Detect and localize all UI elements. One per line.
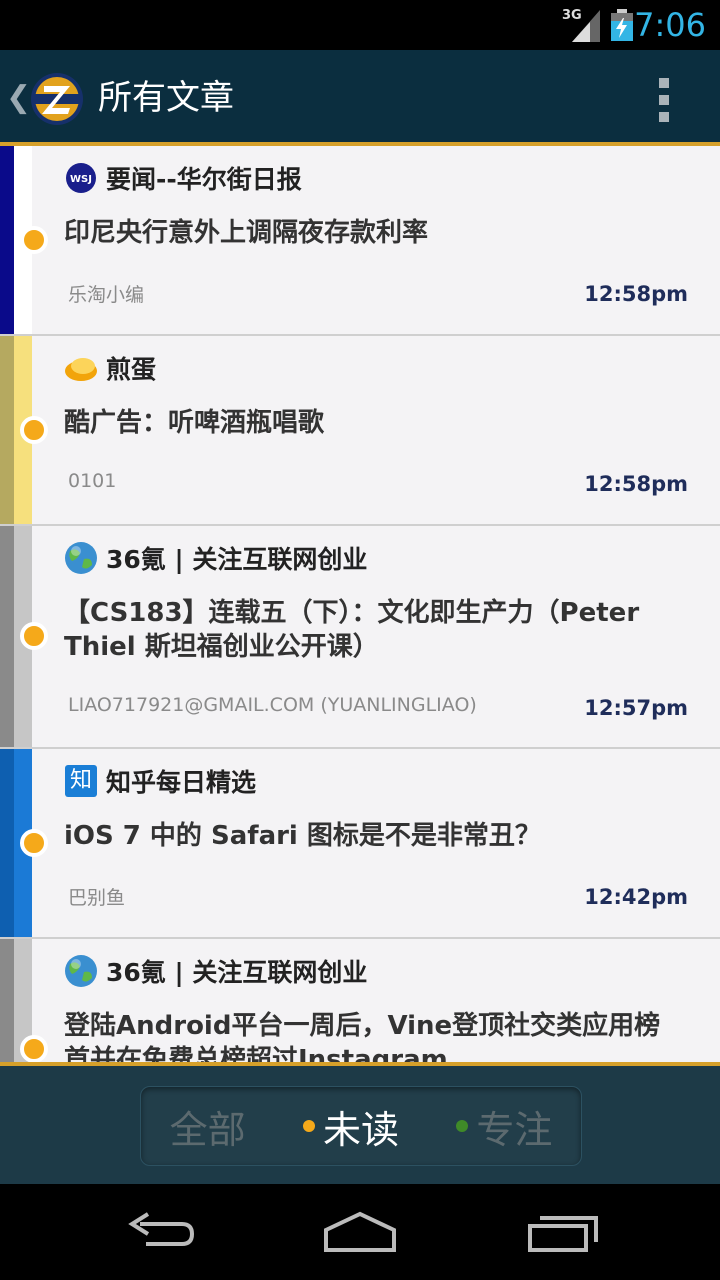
article-time: 12:58pm (584, 282, 688, 306)
status-bar: 3G 7:06 (0, 0, 720, 50)
recent-apps-icon[interactable] (526, 1210, 602, 1254)
list-item[interactable]: WSJ 要闻--华尔街日报 印尼央行意外上调隔夜存款利率 乐淘小编 12:58p… (0, 146, 720, 336)
action-bar: ❮ 所有文章 (0, 50, 720, 146)
unread-dot (20, 416, 48, 444)
article-author: 0101 (68, 470, 117, 492)
wsj-icon: WSJ (64, 161, 98, 195)
article-author: 巴别鱼 (68, 887, 126, 909)
filter-starred-button[interactable]: 专注 (456, 1099, 552, 1154)
signal-icon (572, 10, 600, 42)
article-author: 乐淘小编 (68, 284, 145, 306)
article-time: 12:58pm (584, 472, 688, 496)
clock: 7:06 (634, 6, 706, 44)
globe-icon (64, 541, 98, 575)
system-nav-bar (0, 1184, 720, 1280)
feed-title: 36氪 | 关注互联网创业 (106, 545, 368, 574)
filter-starred-label: 专注 (476, 1107, 553, 1152)
feed-title: 36氪 | 关注互联网创业 (106, 958, 368, 987)
feed-title: 煎蛋 (106, 355, 157, 384)
article-time: 12:57pm (584, 696, 688, 720)
app-logo-icon[interactable] (30, 72, 84, 126)
filter-segmented-control: 全部 未读 专注 (140, 1086, 582, 1166)
article-title: 印尼央行意外上调隔夜存款利率 (64, 218, 429, 248)
article-author: LIAO717921@GMAIL.COM (YUANLINGLIAO) (68, 694, 477, 716)
battery-charging-icon (611, 9, 633, 41)
back-icon[interactable] (124, 1210, 196, 1254)
filter-all-label: 全部 (169, 1107, 246, 1152)
wsj-glyph: WSJ (70, 174, 92, 185)
zhihu-icon: 知 (64, 764, 98, 798)
article-list[interactable]: WSJ 要闻--华尔街日报 印尼央行意外上调隔夜存款利率 乐淘小编 12:58p… (0, 146, 720, 1062)
back-chevron-icon[interactable]: ❮ (6, 80, 31, 115)
filter-all-button[interactable]: 全部 (170, 1099, 246, 1154)
unread-dot (20, 226, 48, 254)
page-title: 所有文章 (98, 78, 234, 118)
list-item[interactable]: 知 知乎每日精选 iOS 7 中的 Safari 图标是不是非常丑？ 巴别鱼 1… (0, 749, 720, 939)
globe-icon (64, 954, 98, 988)
unread-dot-icon (302, 1120, 315, 1132)
starred-dot-icon (456, 1120, 469, 1132)
article-title: 酷广告：听啤酒瓶唱歌 (64, 408, 325, 438)
filter-bar: 全部 未读 专注 (0, 1062, 720, 1184)
unread-dot (20, 1035, 48, 1062)
article-title: 登陆Android平台一周后，Vine登顶社交类应用榜首并在免费总榜超过Inst… (64, 1011, 661, 1062)
list-item[interactable]: 36氪 | 关注互联网创业 【CS183】连载五（下）：文化即生产力（Peter… (0, 526, 720, 749)
home-icon[interactable] (322, 1210, 398, 1254)
list-item[interactable]: 煎蛋 酷广告：听啤酒瓶唱歌 0101 12:58pm (0, 336, 720, 526)
list-item[interactable]: 36氪 | 关注互联网创业 登陆Android平台一周后，Vine登顶社交类应用… (0, 939, 720, 1062)
unread-dot (20, 829, 48, 857)
overflow-menu-icon[interactable] (654, 78, 674, 122)
article-time: 12:42pm (584, 885, 688, 909)
unread-dot (20, 622, 48, 650)
article-title: iOS 7 中的 Safari 图标是不是非常丑？ (64, 821, 541, 851)
feed-title: 要闻--华尔街日报 (106, 165, 302, 194)
feed-title: 知乎每日精选 (106, 768, 257, 797)
filter-unread-label: 未读 (322, 1107, 399, 1152)
filter-unread-button[interactable]: 未读 (302, 1099, 399, 1154)
article-title: 【CS183】连载五（下）：文化即生产力（Peter Thiel 斯坦福创业公开… (64, 598, 640, 662)
jiandan-icon (64, 351, 98, 385)
zhihu-glyph: 知 (65, 765, 97, 797)
